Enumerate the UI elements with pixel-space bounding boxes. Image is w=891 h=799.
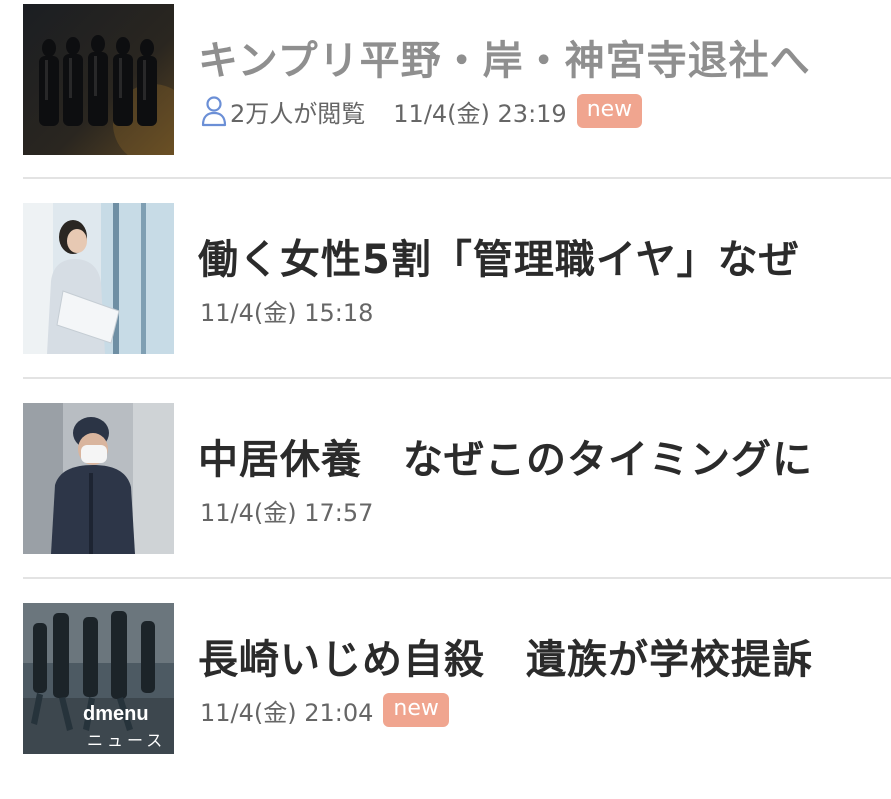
news-title[interactable]: 働く女性5割「管理職イヤ」なぜ [198, 227, 800, 285]
divider [23, 377, 891, 379]
news-item[interactable]: 働く女性5割「管理職イヤ」なぜ 11/4(金) 15:18 [0, 199, 891, 399]
new-badge: new [576, 94, 643, 128]
news-thumbnail: dmenu ニュース [23, 603, 174, 754]
news-thumbnail [23, 4, 174, 155]
news-timestamp: 11/4(金) 15:18 [200, 298, 374, 327]
masked-man-photo-image [23, 403, 174, 554]
news-item[interactable]: dmenu ニュース 長崎いじめ自殺 遺族が学校提訴 11/4(金) 21:04… [0, 599, 891, 799]
news-item[interactable]: キンプリ平野・岸・神宮寺退社へ 2万人が閲覧 11/4(金) 23:19 new [0, 0, 891, 200]
news-item[interactable]: 中居休養 なぜこのタイミングに 11/4(金) 17:57 [0, 399, 891, 599]
new-badge: new [383, 693, 449, 727]
news-meta: 2万人が閲覧 11/4(金) 23:19 new [200, 91, 643, 131]
news-timestamp: 11/4(金) 23:19 [393, 99, 567, 128]
divider [23, 577, 891, 579]
views-label: 2万人が閲覧 [230, 99, 366, 128]
news-timestamp: 11/4(金) 21:04 [200, 698, 374, 727]
news-meta: 11/4(金) 17:57 [200, 490, 373, 530]
news-meta: 11/4(金) 15:18 [200, 290, 373, 330]
woman-by-window-photo-image [23, 203, 174, 354]
divider [23, 177, 891, 179]
dmenu-logo: dmenu [83, 703, 149, 725]
news-title[interactable]: 中居休養 なぜこのタイミングに [198, 427, 813, 485]
news-timestamp: 11/4(金) 17:57 [200, 498, 374, 527]
news-title[interactable]: キンプリ平野・岸・神宮寺退社へ [198, 28, 811, 86]
person-icon [201, 96, 227, 127]
news-thumbnail [23, 403, 174, 554]
dmenu-logo-sub: ニュース [87, 731, 167, 750]
news-meta: 11/4(金) 21:04 new [200, 690, 449, 730]
news-thumbnail [23, 203, 174, 354]
news-title[interactable]: 長崎いじめ自殺 遺族が学校提訴 [198, 627, 813, 685]
group-photo-image [23, 4, 174, 155]
views-count: 2万人が閲覧 [200, 94, 365, 129]
